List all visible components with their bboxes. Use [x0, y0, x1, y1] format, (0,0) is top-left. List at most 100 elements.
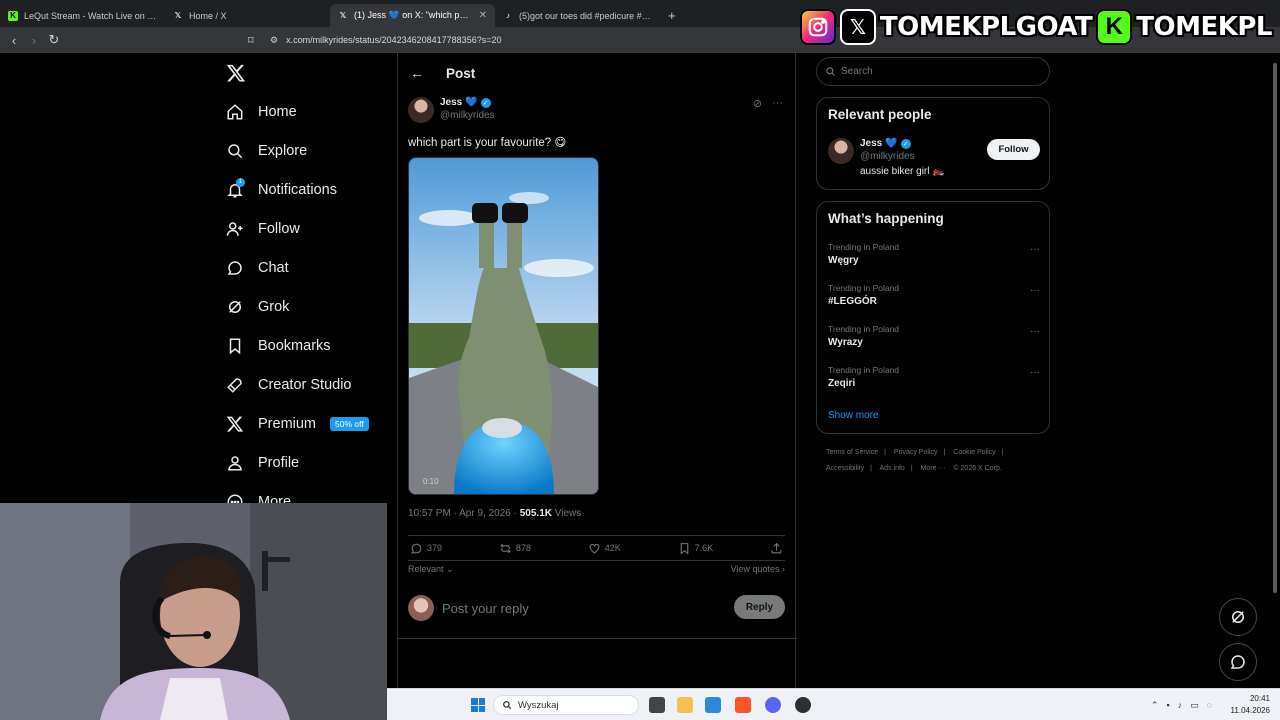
author-display-name[interactable]: Jess [440, 97, 462, 108]
footer-link-terms[interactable]: Terms of Service [826, 449, 878, 456]
more-options-icon[interactable]: ··· [1030, 326, 1040, 337]
kick-icon: K [8, 10, 18, 21]
x-logo-icon[interactable] [226, 63, 246, 83]
reply-submit-button[interactable]: Reply [734, 595, 785, 619]
search-input[interactable] [841, 66, 1021, 77]
repost-count: 878 [515, 543, 531, 553]
reply-input[interactable] [442, 601, 702, 616]
trend-item[interactable]: Trending in Poland Wyrazy ··· [828, 324, 1040, 348]
brave-browser-icon[interactable] [735, 697, 751, 713]
back-arrow-icon[interactable]: ← [410, 65, 424, 81]
footer-link-cookie[interactable]: Cookie Policy [953, 449, 995, 456]
nav-notifications[interactable]: 1 Notifications [226, 178, 337, 202]
trend-item[interactable]: Trending in Poland Zeqiri ··· [828, 365, 1040, 389]
bookmark-button[interactable]: 7.6K [678, 542, 713, 555]
new-tab-button[interactable]: + [660, 8, 684, 27]
add-user-icon [226, 222, 243, 236]
store-icon[interactable] [705, 697, 721, 713]
browser-tab[interactable]: 𝕏 Home / X [165, 4, 330, 27]
page-scrollbar[interactable] [1272, 55, 1278, 600]
relevant-people-card: Relevant people Jess 💙 ✓ @milkyrides aus… [816, 97, 1050, 190]
post-author[interactable]: Jess 💙 ✓ @milkyrides [408, 97, 495, 123]
nav-profile[interactable]: Profile [226, 451, 299, 475]
nav-bookmarks[interactable]: Bookmarks [226, 334, 331, 358]
avatar[interactable] [408, 97, 434, 123]
nav-label: Explore [258, 143, 308, 159]
nav-label: Premium [258, 416, 317, 432]
reload-icon[interactable]: ↻ [44, 32, 64, 48]
discord-icon[interactable] [765, 697, 781, 713]
tab-title: (5)got our toes did #pedicure #toes [519, 10, 652, 21]
sidebar-footer: Terms of Service | Privacy Policy | Cookie… [826, 445, 1046, 477]
avatar[interactable] [828, 138, 854, 164]
nav-label: Chat [258, 260, 289, 276]
author-handle[interactable]: @milkyrides [440, 110, 495, 121]
person-info[interactable]: Jess 💙 ✓ @milkyrides aussie biker girl 🏍… [860, 138, 945, 177]
file-explorer-icon[interactable] [677, 697, 693, 713]
more-options-icon[interactable]: ··· [772, 97, 783, 110]
nav-premium[interactable]: Premium 50% off [226, 412, 369, 436]
nav-grok[interactable]: Grok [226, 295, 289, 319]
nav-creator-studio[interactable]: Creator Studio [226, 373, 352, 397]
grok-float-button[interactable] [1219, 598, 1257, 636]
search-icon [503, 701, 512, 710]
nav-home[interactable]: Home [226, 100, 297, 124]
view-quotes-link[interactable]: View quotes › [731, 564, 785, 575]
search-box[interactable] [816, 57, 1050, 86]
post-video[interactable]: 0:10 [408, 157, 599, 495]
trend-item[interactable]: Trending in Poland Węgry ··· [828, 242, 1040, 266]
tab-title: Home / X [189, 10, 227, 21]
footer-link-privacy[interactable]: Privacy Policy [894, 449, 938, 456]
footer-link-more[interactable]: More ··· [921, 465, 946, 472]
messages-float-button[interactable] [1219, 643, 1257, 681]
back-icon[interactable]: ‹ [4, 33, 24, 48]
reply-composer: Reply [398, 583, 797, 639]
search-icon [826, 67, 836, 77]
browser-tab-active[interactable]: 𝕏 (1) Jess 💙 on X: "which part is y ✕ [330, 4, 495, 27]
nav-explore[interactable]: Explore [226, 139, 307, 163]
close-tab-icon[interactable]: ✕ [479, 10, 487, 21]
chat-icon [227, 261, 242, 275]
footer-link-ads[interactable]: Ads info [880, 465, 905, 472]
repost-button[interactable]: 878 [499, 542, 531, 555]
trend-item[interactable]: Trending in Poland #LEGGÓR ··· [828, 283, 1040, 307]
browser-tab[interactable]: K LeQut Stream - Watch Live on Kick [0, 4, 165, 27]
scrollbar-thumb[interactable] [1273, 63, 1277, 593]
replies-sort-row: Relevant ⌄ View quotes › [408, 564, 785, 575]
trend-context: Trending in Poland [828, 283, 900, 293]
video-thumbnail: 0:10 [409, 158, 598, 494]
nav-follow[interactable]: Follow [226, 217, 300, 241]
trend-name: Węgry [828, 255, 859, 266]
post-timestamp[interactable]: 10:57 PM · Apr 9, 2026 · [408, 508, 520, 519]
url-field[interactable]: ⌑ ⚙ x.com/milkyrides/status/204234620841… [248, 31, 870, 49]
footer-separator: | [910, 465, 913, 472]
post-text: which part is your favourite? 😋 [408, 137, 567, 149]
taskbar-search[interactable]: Wyszukaj [493, 695, 639, 715]
start-button-icon[interactable] [471, 698, 485, 712]
x-logo-icon [226, 416, 244, 432]
task-view-icon[interactable] [649, 697, 665, 713]
show-more-link[interactable]: Show more [828, 410, 879, 421]
system-tray-icons[interactable]: ⌃▪♪▭◌ [1151, 700, 1220, 711]
more-options-icon[interactable]: ··· [1030, 367, 1040, 378]
site-info-icon[interactable]: ⚙ [270, 35, 278, 46]
like-count: 42K [604, 543, 621, 553]
share-button[interactable] [770, 542, 783, 555]
nav-chat[interactable]: Chat [226, 256, 289, 280]
browser-tab[interactable]: ♪ (5)got our toes did #pedicure #toes [495, 4, 660, 27]
system-tray-clock[interactable]: 20:41 11.04.2026 [1231, 693, 1270, 717]
search-icon [228, 144, 243, 159]
nav-label: Follow [258, 221, 300, 237]
footer-link-accessibility[interactable]: Accessibility [826, 465, 864, 472]
more-options-icon[interactable]: ··· [1030, 244, 1040, 255]
bookmark-page-icon[interactable]: ⌑ [248, 34, 254, 47]
forward-icon[interactable]: › [24, 33, 44, 48]
reply-button[interactable]: 379 [410, 542, 442, 555]
sort-dropdown[interactable]: Relevant ⌄ [408, 564, 454, 575]
obs-icon[interactable] [795, 697, 811, 713]
more-options-icon[interactable]: ··· [1030, 285, 1040, 296]
grok-icon[interactable]: ⊘ [753, 97, 762, 110]
like-button[interactable]: 42K [588, 542, 621, 555]
follow-button[interactable]: Follow [987, 139, 1040, 160]
verified-badge-icon: ✓ [480, 97, 491, 108]
